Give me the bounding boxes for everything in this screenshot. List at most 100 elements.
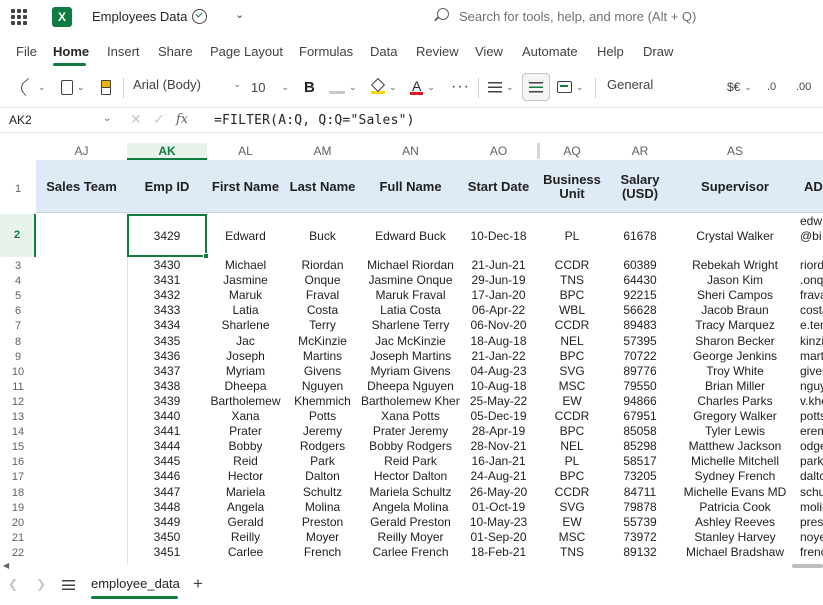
tab-share[interactable]: Share (158, 44, 193, 59)
cell[interactable]: Dalton (284, 469, 361, 484)
cell[interactable]: TNS (540, 545, 604, 560)
cell[interactable]: schu (800, 485, 823, 500)
cell[interactable]: Tracy Marquez (676, 318, 794, 333)
cell[interactable]: 73972 (604, 530, 676, 545)
cell[interactable]: Rebekah Wright (676, 258, 794, 273)
cell[interactable]: 3431 (127, 273, 207, 288)
tab-insert[interactable]: Insert (107, 44, 140, 59)
cell[interactable]: Onque (284, 273, 361, 288)
cell[interactable]: WBL (540, 303, 604, 318)
cell[interactable]: Preston (284, 515, 361, 530)
cell[interactable]: Dheepa Nguyen (361, 379, 460, 394)
row-header[interactable]: 16 (0, 456, 36, 468)
cell[interactable]: erem (800, 424, 823, 439)
cell[interactable]: Jasmine Onque (361, 273, 460, 288)
cell[interactable]: Sharlene (207, 318, 284, 333)
column-header[interactable]: AR (604, 143, 676, 160)
cancel-edit-icon[interactable]: ✕ (130, 111, 142, 128)
cell[interactable]: Reid Park (361, 454, 460, 469)
cell[interactable]: George Jenkins (676, 349, 794, 364)
cell[interactable]: Stanley Harvey (676, 530, 794, 545)
cell[interactable]: Angela Molina (361, 500, 460, 515)
cell[interactable]: 3430 (127, 258, 207, 273)
tab-automate[interactable]: Automate (522, 44, 578, 59)
header-cell[interactable]: Business Unit (540, 160, 604, 213)
cell[interactable]: Carlee French (361, 545, 460, 560)
cell[interactable]: Michael (207, 258, 284, 273)
cell[interactable]: 10-May-23 (460, 515, 537, 530)
column-header[interactable]: AL (207, 143, 284, 160)
cell[interactable]: 10-Aug-18 (460, 379, 537, 394)
app-launcher-icon[interactable] (11, 9, 27, 25)
cell[interactable]: 28-Apr-19 (460, 424, 537, 439)
fill-color-button[interactable]: ⌄ (371, 72, 397, 102)
cell[interactable]: Maruk Fraval (361, 288, 460, 303)
cell[interactable]: MSC (540, 379, 604, 394)
cell[interactable]: 06-Apr-22 (460, 303, 537, 318)
cell[interactable]: Hector Dalton (361, 469, 460, 484)
cell[interactable]: dalto (800, 469, 823, 484)
cell[interactable]: CCDR (540, 409, 604, 424)
cell[interactable]: Troy White (676, 364, 794, 379)
cell[interactable]: Latia (207, 303, 284, 318)
cell[interactable]: BPC (540, 288, 604, 303)
search-input[interactable]: Search for tools, help, and more (Alt + … (459, 9, 696, 24)
cell[interactable]: Jac (207, 334, 284, 349)
active-cell-selection[interactable] (127, 214, 209, 259)
cell[interactable]: park@ (800, 454, 823, 469)
all-sheets-menu-icon[interactable] (62, 580, 75, 590)
cell[interactable]: Hector (207, 469, 284, 484)
cell[interactable]: costa (800, 303, 823, 318)
cell[interactable]: kinzi (800, 334, 823, 349)
cell[interactable]: Moyer (284, 530, 361, 545)
header-cell[interactable]: Last Name (284, 160, 361, 213)
tab-draw[interactable]: Draw (643, 44, 673, 59)
cell[interactable]: 3451 (127, 545, 207, 560)
scrollbar-thumb[interactable] (792, 564, 823, 568)
document-title[interactable]: Employees Data (92, 9, 187, 24)
cell[interactable]: Xana Potts (361, 409, 460, 424)
cell[interactable]: 55739 (604, 515, 676, 530)
cell[interactable]: PL (540, 229, 604, 244)
cell[interactable]: frava (800, 288, 823, 303)
cell[interactable]: 56628 (604, 303, 676, 318)
sheet-tab-employee-data[interactable]: employee_data (91, 576, 180, 591)
tab-formulas[interactable]: Formulas (299, 44, 353, 59)
cell[interactable]: Bartholemew (207, 394, 284, 409)
row-header[interactable]: 4 (0, 275, 36, 287)
cell[interactable]: Reid (207, 454, 284, 469)
row-header[interactable]: 21 (0, 532, 36, 544)
tab-home[interactable]: Home (53, 44, 89, 59)
row-header[interactable]: 15 (0, 441, 36, 453)
cell[interactable]: Joseph Martins (361, 349, 460, 364)
cell[interactable]: nguy (800, 379, 823, 394)
cell[interactable]: CCDR (540, 258, 604, 273)
column-header[interactable]: AQ (540, 143, 604, 160)
cell[interactable]: Molina (284, 500, 361, 515)
cell[interactable]: Buck (284, 229, 361, 244)
chevron-down-icon[interactable]: ⌄ (235, 8, 244, 21)
cell[interactable]: Reilly (207, 530, 284, 545)
cell[interactable]: Potts (284, 409, 361, 424)
decrease-decimal-button[interactable]: .00 (796, 72, 811, 102)
cell[interactable]: TNS (540, 273, 604, 288)
align-button[interactable]: ⌄ (488, 72, 514, 102)
cell[interactable]: SVG (540, 500, 604, 515)
cell[interactable]: Sharon Becker (676, 334, 794, 349)
cell[interactable]: Michelle Mitchell (676, 454, 794, 469)
cell[interactable]: 3441 (127, 424, 207, 439)
cell[interactable]: Brian Miller (676, 379, 794, 394)
cell[interactable]: Nguyen (284, 379, 361, 394)
cell[interactable]: French (284, 545, 361, 560)
cell[interactable]: v.khe (800, 394, 823, 409)
cell[interactable]: BPC (540, 424, 604, 439)
cell[interactable]: e.ter (800, 318, 823, 333)
column-header[interactable]: AS (676, 143, 794, 160)
cell[interactable]: Gerald (207, 515, 284, 530)
cell[interactable]: 94866 (604, 394, 676, 409)
cell[interactable]: 3435 (127, 334, 207, 349)
borders-button[interactable]: ⌄ (329, 72, 357, 102)
cell[interactable]: 3432 (127, 288, 207, 303)
column-header[interactable]: AK (127, 143, 207, 160)
cell[interactable]: Xana (207, 409, 284, 424)
